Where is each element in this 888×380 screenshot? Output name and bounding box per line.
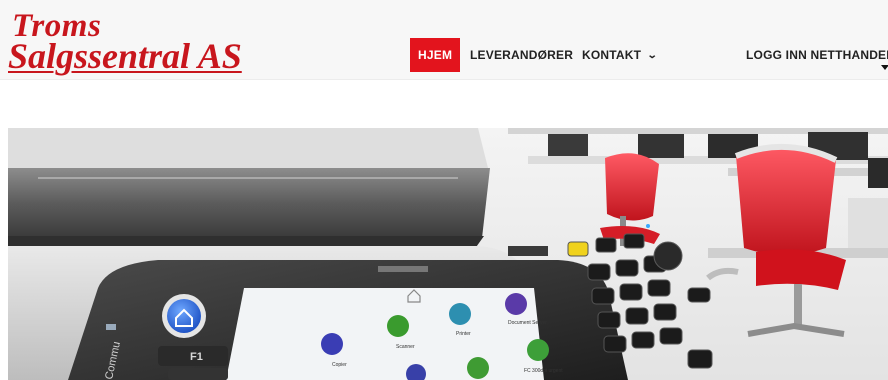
hero-image: Copier Scanner Printer Document Server F… bbox=[8, 128, 888, 380]
nav-item-hjem[interactable]: HJEM bbox=[410, 38, 461, 72]
hero-illustration: Copier Scanner Printer Document Server F… bbox=[8, 128, 888, 380]
nav-label-logg-inn: LOGG INN NETTHANDEL bbox=[746, 48, 888, 62]
chevron-down-icon: ⌄ bbox=[646, 49, 659, 61]
app-label-printer: Printer bbox=[456, 331, 471, 337]
caret-down-icon bbox=[881, 65, 888, 70]
nav-item-kontakt[interactable]: KONTAKT ⌄ bbox=[574, 38, 665, 72]
chair-back-left bbox=[600, 153, 660, 246]
logo-line-2: Salgssentral AS bbox=[8, 36, 242, 76]
nav-label-kontakt: KONTAKT bbox=[582, 48, 642, 62]
app-label-extra: FC 300dpi urgent bbox=[524, 368, 563, 374]
site-header: Troms Salgssentral AS HJEM LEVERANDØRER … bbox=[0, 0, 888, 80]
app-label-copier: Copier bbox=[332, 362, 347, 368]
nav-item-logg-inn[interactable]: LOGG INN NETTHANDEL bbox=[738, 38, 888, 72]
nav-label-hjem: HJEM bbox=[418, 48, 453, 62]
site-logo[interactable]: Troms Salgssentral AS bbox=[8, 6, 268, 76]
nav-label-leverandorer: LEVERANDØRER bbox=[470, 48, 574, 62]
nav-item-leverandorer[interactable]: LEVERANDØRER bbox=[462, 38, 581, 72]
app-label-docserver: Document Server bbox=[508, 320, 547, 326]
app-label-scanner: Scanner bbox=[396, 344, 415, 350]
key-label-f1: F1 bbox=[190, 351, 203, 363]
